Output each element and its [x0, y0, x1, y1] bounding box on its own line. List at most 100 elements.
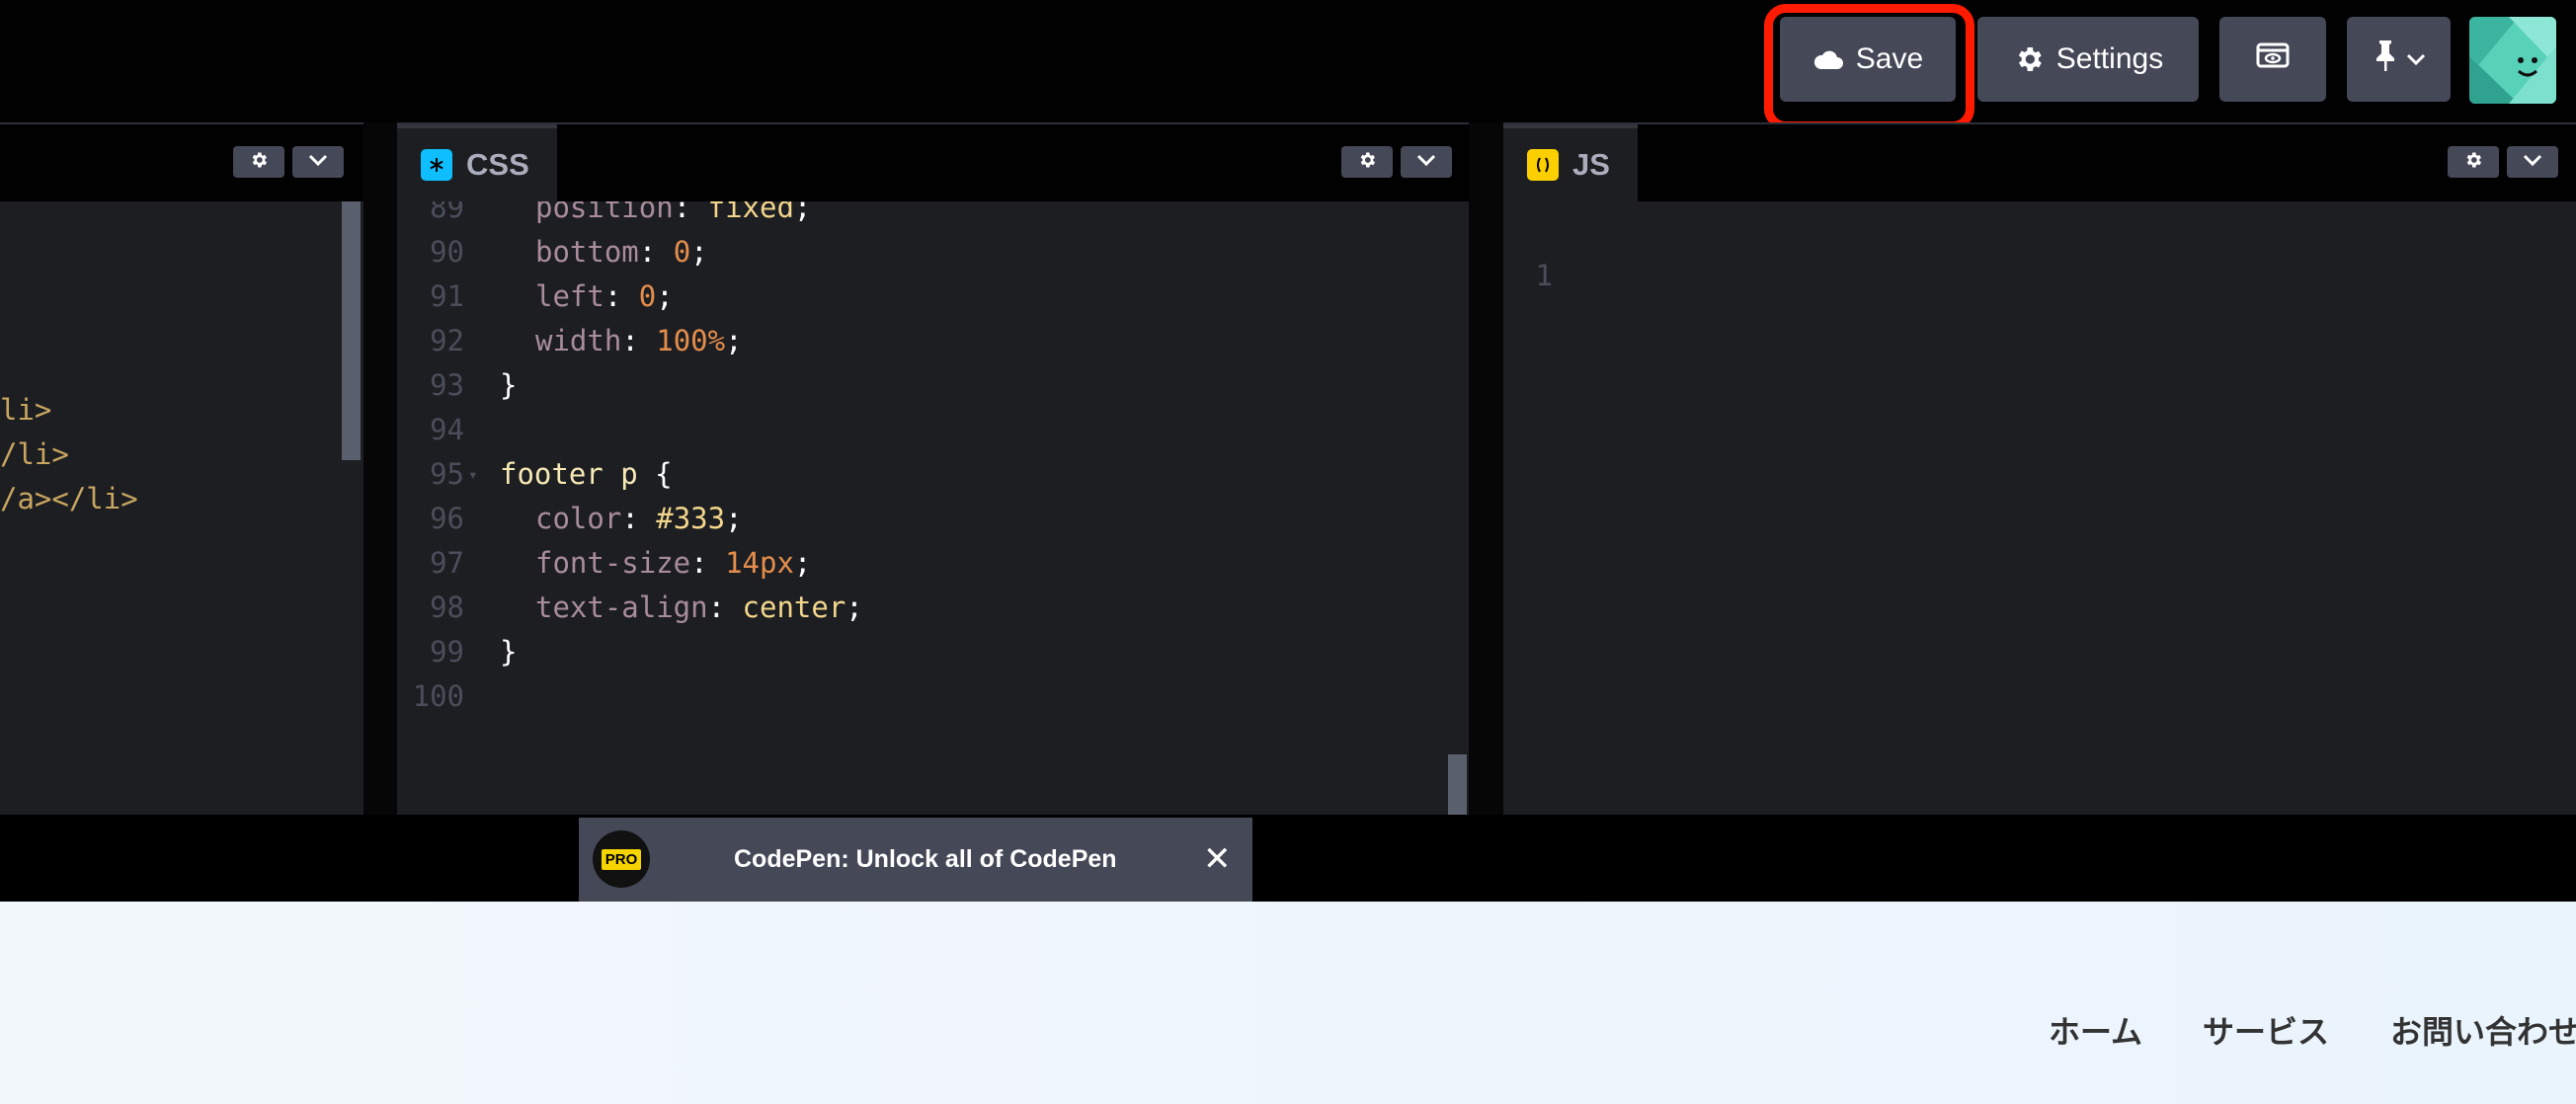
- css-value: 0: [673, 235, 691, 269]
- css-brace: }: [500, 368, 518, 402]
- gear-icon: [2463, 150, 2483, 175]
- css-pane-controls: [1341, 146, 1452, 178]
- settings-button[interactable]: Settings: [1977, 17, 2199, 102]
- css-brace: {: [655, 457, 673, 491]
- html-code-area[interactable]: li> /li> /a></li>: [0, 201, 363, 815]
- js-settings-button[interactable]: [2448, 146, 2499, 178]
- line-number: 95: [430, 457, 464, 491]
- code-text: text-align: center;: [535, 591, 863, 624]
- css-icon: [421, 149, 452, 181]
- code-text: bottom: 0;: [535, 235, 708, 269]
- code-text: left: 0;: [535, 279, 674, 313]
- js-pane-controls: [2448, 146, 2558, 178]
- cloud-icon: [1812, 48, 1844, 70]
- html-scrollbar[interactable]: [342, 201, 361, 460]
- css-property: width: [535, 324, 622, 357]
- line-number: 91: [430, 279, 464, 313]
- code-line: 99}: [397, 630, 1424, 674]
- css-code-area[interactable]: 89 position: fixed; 90 bottom: 0; 91 left: 0;…: [397, 201, 1469, 815]
- code-line: 91 left: 0;: [397, 275, 1424, 319]
- tab-css[interactable]: CSS: [397, 124, 557, 201]
- code-line: /li>: [0, 437, 69, 471]
- line-number: 96: [430, 502, 464, 535]
- css-property: bottom: [535, 235, 639, 269]
- promo-text[interactable]: CodePen: Unlock all of CodePen: [734, 818, 1117, 902]
- fold-arrow-icon[interactable]: ▾: [468, 452, 478, 497]
- code-line: 90 bottom: 0;: [397, 230, 1424, 275]
- line-number: 100: [412, 679, 464, 713]
- html-pane-header: [0, 124, 363, 201]
- js-editor-pane: JS 1: [1503, 122, 2576, 815]
- css-collapse-button[interactable]: [1401, 146, 1452, 178]
- pro-badge-icon: PRO: [593, 830, 650, 888]
- close-icon[interactable]: ✕: [1203, 818, 1232, 902]
- js-icon: [1527, 149, 1559, 181]
- css-property: color: [535, 502, 622, 535]
- avatar[interactable]: [2469, 17, 2556, 104]
- code-line: 1: [1503, 209, 1683, 292]
- code-line: 98 text-align: center;: [397, 586, 1424, 630]
- change-view-button[interactable]: [2219, 17, 2326, 102]
- nav-link-services[interactable]: サービス: [2203, 1007, 2329, 1053]
- chevron-down-icon: [1415, 153, 1437, 172]
- html-editor-pane: li> /li> /a></li>: [0, 122, 363, 815]
- css-editor-pane: CSS 89 position: fixed; 90 bottom: 0; 91 left…: [397, 122, 1469, 815]
- pin-menu-button[interactable]: [2347, 17, 2451, 102]
- css-value: 0: [638, 279, 657, 313]
- save-button-label: Save: [1855, 42, 1924, 75]
- line-number: 90: [430, 235, 464, 269]
- line-number: 93: [430, 368, 464, 402]
- line-number: 1: [1535, 259, 1553, 292]
- code-line: 97 font-size: 14px;: [397, 541, 1424, 586]
- code-text: }: [500, 363, 517, 408]
- css-property: position: [535, 201, 674, 224]
- js-pane-header: JS: [1503, 124, 2576, 201]
- css-value: 100%: [656, 324, 726, 357]
- css-value: #333: [656, 502, 726, 535]
- gear-icon: [249, 150, 269, 175]
- line-number: 97: [430, 546, 464, 580]
- code-line: /a></li>: [0, 482, 138, 515]
- tab-js[interactable]: JS: [1503, 124, 1638, 201]
- tab-label: JS: [1572, 147, 1610, 182]
- html-settings-button[interactable]: [233, 146, 284, 178]
- css-pane-header: CSS: [397, 124, 1469, 201]
- code-line: li>: [0, 393, 52, 427]
- line-number: 98: [430, 591, 464, 624]
- css-scrollbar[interactable]: [1448, 754, 1467, 815]
- css-settings-button[interactable]: [1341, 146, 1393, 178]
- promo-banner[interactable]: PRO CodePen: Unlock all of CodePen ✕: [579, 818, 1252, 902]
- code-line: 95 ▾ footer p {: [397, 452, 1424, 497]
- line-number: 92: [430, 324, 464, 357]
- editor-area: li> /li> /a></li> CSS 89 position: fixed…: [0, 122, 2576, 815]
- code-line: 96 color: #333;: [397, 497, 1424, 541]
- chevron-down-icon: [2406, 52, 2426, 66]
- preview-area: [0, 902, 2576, 1104]
- nav-link-home[interactable]: ホーム: [2049, 1007, 2142, 1053]
- gear-icon: [2013, 43, 2045, 75]
- line-number: 94: [430, 413, 464, 446]
- js-code-area[interactable]: 1: [1503, 201, 2576, 815]
- save-button[interactable]: Save: [1780, 17, 1956, 102]
- code-line: 89 position: fixed;: [397, 201, 1424, 230]
- js-collapse-button[interactable]: [2507, 146, 2558, 178]
- code-text: footer p {: [500, 452, 673, 497]
- code-line: 92 width: 100%;: [397, 319, 1424, 363]
- code-line: 93}: [397, 363, 1424, 408]
- chevron-down-icon: [2522, 153, 2543, 172]
- code-text: color: #333;: [535, 502, 743, 535]
- pin-icon: [2373, 39, 2398, 80]
- promo-strip: [0, 815, 2576, 902]
- css-property: text-align: [535, 591, 708, 624]
- code-line: 94: [397, 408, 1424, 452]
- settings-button-label: Settings: [2055, 42, 2164, 75]
- gear-icon: [1357, 150, 1377, 175]
- top-bar: Save Settings: [0, 0, 2576, 130]
- tab-label: CSS: [466, 147, 529, 182]
- nav-link-contact[interactable]: お問い合わせ: [2390, 1007, 2576, 1053]
- view-layout-icon: [2256, 42, 2290, 76]
- pro-badge-label: PRO: [601, 848, 642, 870]
- line-number: 89: [430, 201, 464, 224]
- code-text: position: fixed;: [535, 201, 811, 230]
- html-collapse-button[interactable]: [292, 146, 344, 178]
